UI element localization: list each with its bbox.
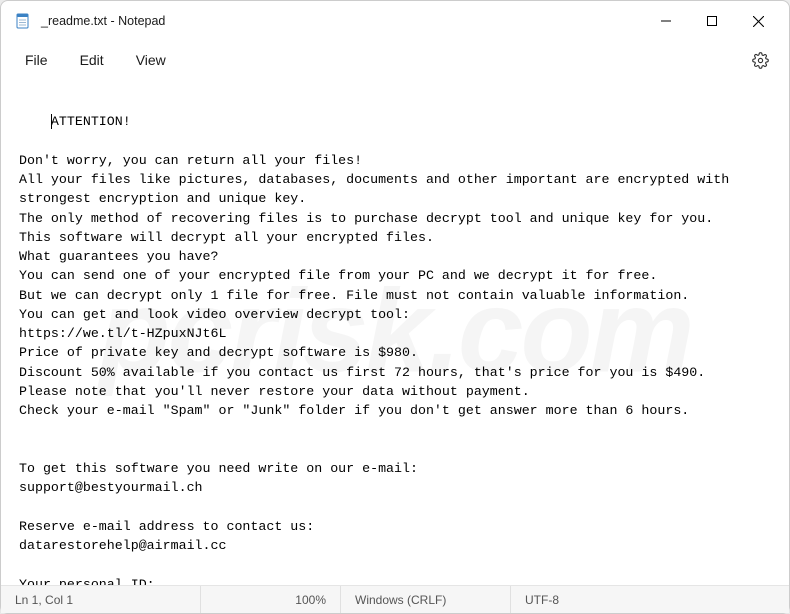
menu-view[interactable]: View: [124, 46, 178, 74]
text-editor-area[interactable]: pcrisk.comATTENTION! Don't worry, you ca…: [1, 79, 789, 585]
document-text: ATTENTION! Don't worry, you can return a…: [19, 114, 737, 585]
window-controls: [643, 1, 781, 41]
notepad-window: _readme.txt - Notepad File Edit View: [0, 0, 790, 614]
status-encoding[interactable]: UTF-8: [511, 586, 789, 613]
status-eol[interactable]: Windows (CRLF): [341, 586, 511, 613]
menu-edit[interactable]: Edit: [68, 46, 116, 74]
titlebar[interactable]: _readme.txt - Notepad: [1, 1, 789, 41]
maximize-button[interactable]: [689, 1, 735, 41]
notepad-icon: [15, 13, 31, 29]
status-position[interactable]: Ln 1, Col 1: [1, 586, 201, 613]
settings-button[interactable]: [743, 43, 777, 77]
window-title: _readme.txt - Notepad: [41, 14, 165, 28]
status-zoom[interactable]: 100%: [201, 586, 341, 613]
menubar: File Edit View: [1, 41, 789, 79]
close-button[interactable]: [735, 1, 781, 41]
minimize-button[interactable]: [643, 1, 689, 41]
menu-file[interactable]: File: [13, 46, 60, 74]
statusbar: Ln 1, Col 1 100% Windows (CRLF) UTF-8: [1, 585, 789, 613]
